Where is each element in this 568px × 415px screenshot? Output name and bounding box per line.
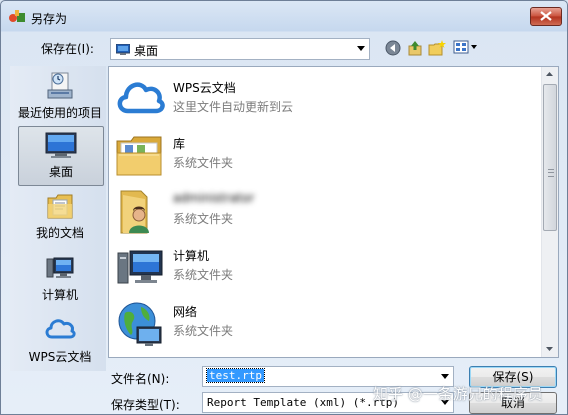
place-recent-items[interactable]: 最近使用的项目: [18, 68, 102, 126]
watermark: 知乎 @一条游兄的程序员: [373, 385, 543, 403]
up-folder-icon: [408, 41, 422, 56]
view-menu-icon: [453, 40, 477, 54]
list-item[interactable]: 计算机 系统文件夹: [115, 243, 495, 293]
filetype-label: 保存类型(T):: [111, 398, 180, 412]
desktop-icon: [45, 132, 77, 158]
view-menu-button[interactable]: [453, 39, 479, 57]
filename-value: test.rtp: [206, 368, 265, 383]
new-folder-button[interactable]: [427, 39, 447, 57]
place-label: 我的文档: [35, 226, 84, 240]
filetype-value: Report Template (xml) (*.rtp): [207, 396, 400, 409]
save-as-dialog: 另存为 保存在(I): 桌面 最近使用的项目 桌面 我的文档 计算机 WPS云文…: [0, 0, 568, 415]
item-name: administrator: [173, 191, 255, 205]
title-bar: 另存为: [1, 1, 567, 31]
chevron-down-icon[interactable]: [441, 374, 449, 379]
look-in-label: 保存在(I):: [41, 42, 94, 56]
network-icon: [118, 302, 162, 346]
desktop-icon: [116, 44, 130, 55]
place-label: 最近使用的项目: [17, 106, 102, 120]
place-label: 计算机: [41, 288, 78, 302]
list-item[interactable]: 库 系统文件夹: [115, 131, 495, 181]
item-description: 系统文件夹: [173, 268, 234, 282]
library-icon: [116, 136, 162, 176]
window-title: 另存为: [31, 12, 68, 26]
computer-icon: [117, 250, 163, 284]
look-in-dropdown[interactable]: 桌面: [110, 38, 370, 60]
recent-items-icon: [47, 72, 73, 99]
place-desktop[interactable]: 桌面: [18, 126, 104, 186]
item-description: 这里文件自动更新到云: [173, 100, 294, 114]
item-name: 网络: [173, 305, 198, 319]
look-in-value: 桌面: [134, 44, 159, 58]
app-icon: [9, 10, 25, 22]
scrollbar-thumb[interactable]: [543, 84, 557, 231]
list-item[interactable]: WPS云文档 这里文件自动更新到云: [115, 75, 495, 125]
vertical-scrollbar[interactable]: [541, 67, 558, 357]
grip-icon: [548, 169, 554, 177]
list-item[interactable]: 网络 系统文件夹: [115, 299, 495, 349]
place-label: WPS云文档: [28, 350, 92, 364]
filename-label: 文件名(N):: [111, 372, 170, 386]
computer-icon: [46, 257, 74, 278]
up-folder-button[interactable]: [405, 39, 425, 57]
cloud-icon: [117, 82, 165, 114]
close-button[interactable]: [530, 7, 562, 26]
scroll-up-icon[interactable]: [546, 72, 553, 76]
my-documents-icon: [47, 194, 73, 219]
cloud-icon: [45, 319, 76, 339]
item-name: WPS云文档: [173, 81, 236, 95]
file-list[interactable]: WPS云文档 这里文件自动更新到云 库 系统文件夹 administrator …: [108, 66, 559, 358]
item-name: 库: [173, 137, 186, 151]
place-my-documents[interactable]: 我的文档: [18, 188, 102, 246]
chevron-down-icon: [357, 46, 365, 51]
scroll-down-icon[interactable]: [546, 347, 553, 351]
place-wps-cloud[interactable]: WPS云文档: [18, 312, 102, 370]
item-description: 系统文件夹: [173, 156, 234, 170]
close-icon: [540, 11, 552, 21]
item-description: 系统文件夹: [173, 324, 234, 338]
place-computer[interactable]: 计算机: [18, 250, 102, 308]
new-folder-icon: [428, 40, 446, 56]
places-bar: 最近使用的项目 桌面 我的文档 计算机 WPS云文档: [10, 66, 106, 371]
item-name: 计算机: [173, 249, 210, 263]
user-folder-icon: [120, 190, 149, 234]
item-description: 系统文件夹: [173, 212, 234, 226]
place-label: 桌面: [48, 165, 73, 179]
list-item[interactable]: administrator 系统文件夹: [115, 187, 495, 237]
back-button[interactable]: [383, 39, 403, 57]
back-icon: [385, 40, 401, 56]
